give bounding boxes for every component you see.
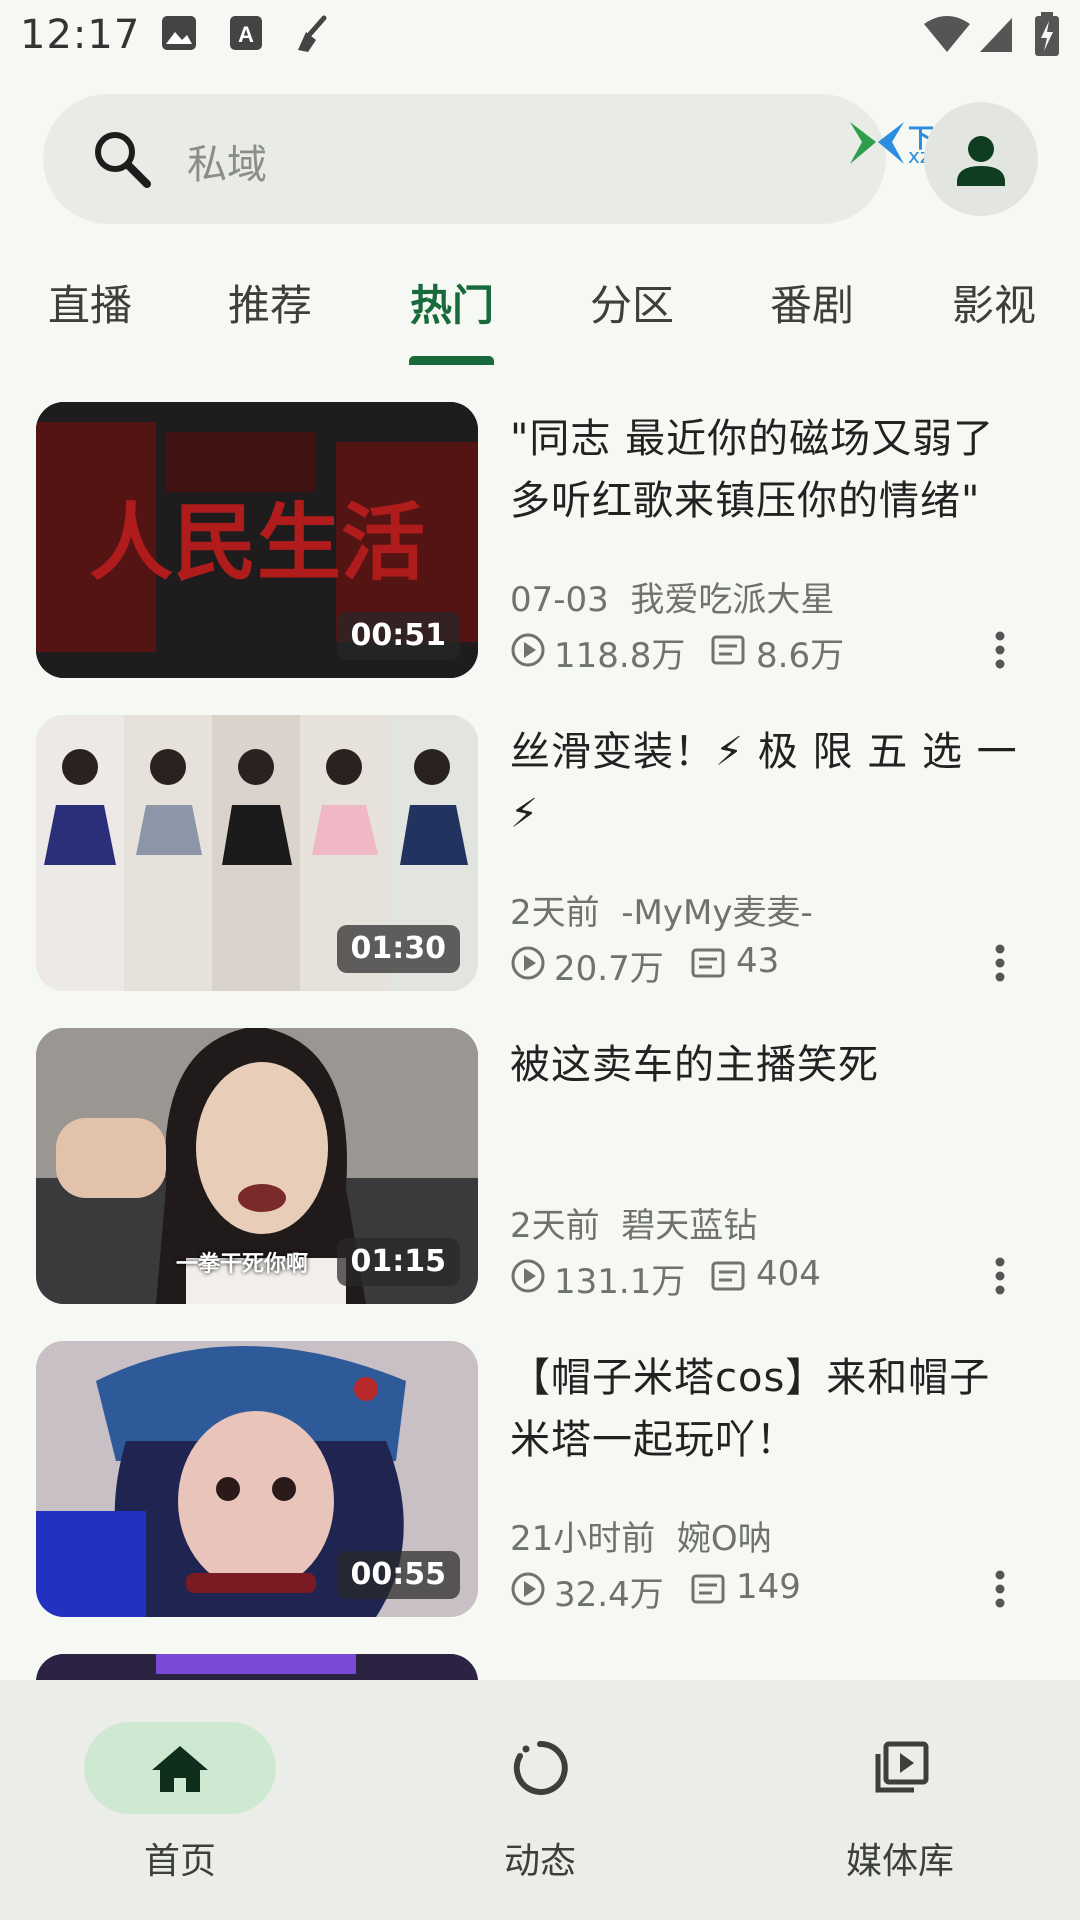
video-author[interactable]: 婉O呐 xyxy=(677,1519,772,1559)
nav-label: 首页 xyxy=(143,1841,216,1882)
video-thumbnail[interactable]: 一拳干死你啊 01:15 xyxy=(36,1028,478,1304)
video-author[interactable]: 碧天蓝钻 xyxy=(621,1206,757,1246)
more-options-icon[interactable] xyxy=(982,1254,1018,1298)
video-card[interactable]: 01:30 丝滑变装！⚡ 极 限 五 选 一 ⚡ 2天前 -MyMy麦麦- 20… xyxy=(0,715,1080,995)
search-icon xyxy=(95,132,151,188)
danmaku-icon xyxy=(711,1261,745,1291)
play-count-icon xyxy=(511,633,545,667)
video-duration: 00:55 xyxy=(336,1551,460,1599)
status-bar: 12:17 A xyxy=(0,0,1080,72)
video-thumbnail[interactable]: 00:55 xyxy=(36,1341,478,1617)
avatar-button[interactable] xyxy=(924,102,1038,216)
person-icon xyxy=(957,136,1005,186)
nav-activity[interactable]: 动态 xyxy=(420,1722,660,1892)
danmaku-icon xyxy=(691,948,725,978)
danmaku-count: 149 xyxy=(736,1567,801,1607)
video-title[interactable]: 被这卖车的主播笑死 xyxy=(510,1034,1020,1096)
play-count-icon xyxy=(511,1259,545,1293)
video-title[interactable]: "同志 最近你的磁场又弱了 多听红歌来镇压你的情绪" xyxy=(510,408,1020,532)
danmaku-count: 8.6万 xyxy=(756,636,845,676)
nav-home[interactable]: 首页 xyxy=(60,1722,300,1892)
nav-library[interactable]: 媒体库 xyxy=(780,1722,1020,1892)
tab-movies[interactable]: 影视 xyxy=(924,272,1064,333)
bottom-navigation: 首页 动态 媒体库 xyxy=(0,1680,1080,1920)
tab-categories[interactable]: 分区 xyxy=(562,272,702,333)
signal-icon xyxy=(980,18,1012,52)
video-meta: 07-03 我爱吃派大星 xyxy=(510,572,834,621)
status-time: 12:17 xyxy=(20,12,141,58)
home-icon xyxy=(152,1746,208,1792)
video-author[interactable]: -MyMy麦麦- xyxy=(621,893,812,933)
video-date: 07-03 xyxy=(510,580,609,620)
tab-popular[interactable]: 热门 xyxy=(382,272,522,333)
broom-icon xyxy=(298,15,327,52)
video-card[interactable] xyxy=(0,1654,1080,1680)
view-count: 20.7万 xyxy=(554,949,664,989)
video-feed[interactable]: 人民生活 00:51 "同志 最近你的磁场又弱了 多听红歌来镇压你的情绪" 07… xyxy=(0,402,1080,1680)
video-duration: 01:30 xyxy=(336,925,460,973)
tab-active-indicator xyxy=(409,356,494,365)
video-date: 21小时前 xyxy=(510,1519,656,1559)
video-card[interactable]: 人民生活 00:51 "同志 最近你的磁场又弱了 多听红歌来镇压你的情绪" 07… xyxy=(0,402,1080,682)
nav-label: 动态 xyxy=(503,1841,576,1882)
activity-icon xyxy=(513,1740,568,1795)
video-duration: 00:51 xyxy=(336,612,460,660)
video-title[interactable]: 【帽子米塔cos】来和帽子米塔一起玩吖！ xyxy=(510,1347,1020,1471)
play-count-icon xyxy=(511,946,545,980)
play-count-icon xyxy=(511,1572,545,1606)
video-card[interactable]: 一拳干死你啊 01:15 被这卖车的主播笑死 2天前 碧天蓝钻 131.1万 4… xyxy=(0,1028,1080,1308)
more-options-icon[interactable] xyxy=(982,628,1018,672)
video-title[interactable]: 丝滑变装！⚡ 极 限 五 选 一 ⚡ xyxy=(510,721,1020,845)
tab-live[interactable]: 直播 xyxy=(20,272,160,333)
tab-bar: 直播 推荐 热门 分区 番剧 影视 xyxy=(0,268,1080,368)
danmaku-icon xyxy=(711,635,745,665)
view-count: 131.1万 xyxy=(554,1262,686,1302)
view-count: 118.8万 xyxy=(554,636,686,676)
danmaku-count: 404 xyxy=(756,1254,821,1294)
view-count: 32.4万 xyxy=(554,1575,664,1615)
more-options-icon[interactable] xyxy=(982,1567,1018,1611)
tab-recommended[interactable]: 推荐 xyxy=(200,272,340,333)
search-bar[interactable]: 私域 xyxy=(43,94,886,224)
video-meta: 21小时前 婉O呐 xyxy=(510,1511,772,1560)
text-a-icon: A xyxy=(230,16,262,50)
video-meta: 2天前 -MyMy麦麦- xyxy=(510,885,813,934)
video-date: 2天前 xyxy=(510,1206,600,1246)
video-thumbnail[interactable]: 人民生活 00:51 xyxy=(36,402,478,678)
wifi-icon xyxy=(924,16,970,52)
watermark-logo-icon xyxy=(850,122,904,164)
tab-anime[interactable]: 番剧 xyxy=(742,272,882,333)
svg-text:A: A xyxy=(238,22,254,47)
thumbnail-title-text: 人民生活 xyxy=(89,493,425,592)
danmaku-icon xyxy=(691,1574,725,1604)
image-icon xyxy=(162,16,196,50)
battery-icon xyxy=(1035,12,1059,56)
video-author[interactable]: 我爱吃派大星 xyxy=(630,580,834,620)
library-icon xyxy=(875,1741,929,1793)
thumbnail-caption: 一拳干死你啊 xyxy=(176,1252,309,1277)
danmaku-count: 43 xyxy=(736,941,780,981)
more-options-icon[interactable] xyxy=(982,941,1018,985)
thumbnail-art xyxy=(36,1654,478,1680)
nav-label: 媒体库 xyxy=(845,1841,954,1882)
search-placeholder: 私域 xyxy=(187,142,267,188)
video-date: 2天前 xyxy=(510,893,600,933)
video-thumbnail[interactable] xyxy=(36,1654,478,1680)
video-meta: 2天前 碧天蓝钻 xyxy=(510,1198,757,1247)
app-root: 12:17 A 私域 直播 推荐 热门 分区 番剧 影视 人民生活 00:51 … xyxy=(0,0,1080,1920)
video-card[interactable]: 00:55 【帽子米塔cos】来和帽子米塔一起玩吖！ 21小时前 婉O呐 32.… xyxy=(0,1341,1080,1621)
video-duration: 01:15 xyxy=(336,1238,460,1286)
video-thumbnail[interactable]: 01:30 xyxy=(36,715,478,991)
